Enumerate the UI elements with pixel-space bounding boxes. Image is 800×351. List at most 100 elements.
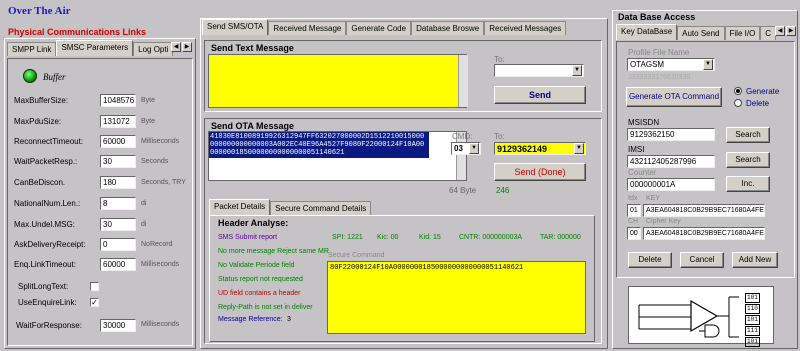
param-field[interactable]: 60000 (100, 258, 136, 271)
param-label: CanBeDiscon. (14, 178, 66, 187)
secure-command-area[interactable]: 80F22000124F10A0000000185000000000000051… (327, 261, 586, 334)
ota-to-chevron-down-icon[interactable]: ▼ (574, 143, 584, 154)
search-imsi-button[interactable]: Search (726, 152, 770, 168)
split-long-text-label: SplitLongText: (18, 282, 69, 291)
param-unit: Byte (141, 118, 156, 125)
send-text-title: Send Text Message (211, 43, 294, 53)
key-label: KEY (646, 195, 661, 202)
profile-file-select[interactable]: OTAGSM (627, 58, 715, 71)
send-button[interactable]: Send (494, 86, 586, 104)
header-analyse-line: UD field contains a header (218, 290, 301, 297)
use-enquire-link-checkbox[interactable]: ✓ (90, 298, 99, 307)
param-field[interactable]: 8 (100, 197, 136, 210)
cmd-chevron-down-icon[interactable]: ▼ (469, 143, 479, 154)
add-new-button[interactable]: Add New (732, 252, 778, 268)
param-unit: Seconds, TRY (141, 179, 186, 186)
radio-delete[interactable] (734, 99, 742, 107)
imsi-field[interactable]: 432112405287996 (627, 155, 715, 168)
param-field[interactable]: 30 (100, 218, 136, 231)
logo-bits: 101 110 101 111 101 (745, 293, 760, 348)
imsi-label: IMSI (628, 145, 645, 154)
key-field[interactable]: A3EA604818C0B29B9EC71680A4FE87 (643, 204, 765, 217)
tab-scroll-right-icon[interactable]: ▶ (182, 42, 192, 52)
center-tabbar: Send SMS/OTA Received Message Generate C… (202, 19, 567, 35)
send-done-button[interactable]: Send (Done) (494, 163, 586, 181)
search-msisdn-button[interactable]: Search (726, 127, 770, 143)
message-reference-label: Message Reference: (218, 316, 283, 323)
logo-bit-row: 101 (745, 315, 760, 325)
param-field[interactable]: 180 (100, 176, 136, 189)
tab-database-browse[interactable]: Database Broswe (411, 21, 485, 35)
tab-received-message[interactable]: Received Message (268, 21, 347, 35)
tab-c[interactable]: C (760, 26, 777, 40)
ota-message-area[interactable]: 41030E81008919926312947FF632027000002D15… (208, 131, 467, 181)
param-field[interactable]: 1048576 (100, 94, 136, 107)
counter-field[interactable]: 000000001A (627, 178, 715, 191)
header-analyse-line: Reply-Path is not set in deliver (218, 304, 313, 311)
cmd-label: CMD: (452, 132, 473, 141)
tab-send-sms-ota[interactable]: Send SMS/OTA (202, 19, 269, 35)
inc-button[interactable]: Inc. (726, 176, 770, 192)
msisdn-field[interactable]: 9129362150 (627, 128, 715, 141)
param-unit: NoRecord (141, 241, 173, 248)
chevron-down-icon[interactable]: ▼ (572, 65, 582, 76)
right-tab-scroll-left-icon[interactable]: ◀ (775, 26, 785, 36)
param-unit: Seconds (141, 158, 169, 165)
ch-field[interactable]: 00 (627, 227, 641, 240)
logo-bit-row: 101 (745, 337, 760, 347)
cancel-button[interactable]: Cancel (680, 252, 724, 268)
counter-label: Counter (628, 168, 657, 177)
cntr-value: CNTR: 000000003A (459, 234, 523, 241)
byte-label: 64 Byte (449, 186, 477, 195)
param-label: NationalNum.Len.: (14, 199, 81, 208)
tab-scroll-left-icon[interactable]: ◀ (171, 42, 181, 52)
tab-smpp-link[interactable]: SMPP Link (7, 42, 57, 56)
send-text-to-select[interactable] (494, 64, 584, 77)
app-title: Over The Air (8, 5, 71, 17)
right-tab-scroll-right-icon[interactable]: ▶ (786, 26, 796, 36)
left-tabbar: SMPP Link SMSC Parameters Log Opti (7, 40, 174, 56)
spi-value: SPI: 1221 (332, 234, 363, 241)
generate-ota-command-button[interactable]: Generate OTA Command (626, 87, 722, 107)
message-reference-value: 3 (287, 316, 291, 323)
tab-log-options[interactable]: Log Opti (133, 42, 174, 56)
param-unit: Milliseconds (141, 261, 180, 268)
param-field[interactable]: 0 (100, 238, 136, 251)
tar-value: TAR: 000000 (540, 234, 581, 241)
tab-received-messages[interactable]: Received Messages (484, 21, 567, 35)
byte-count: 246 (496, 186, 510, 195)
param-field[interactable]: 30 (100, 155, 136, 168)
ota-to-select[interactable]: 9129362149 (494, 142, 586, 155)
profile-chevron-down-icon[interactable]: ▼ (703, 59, 713, 70)
tab-key-database[interactable]: Key DataBase (616, 24, 678, 40)
ota-message-text: 41030E81008919926312947FF632027000002D15… (209, 132, 429, 158)
idx-field[interactable]: 01 (627, 204, 641, 217)
tab-auto-send[interactable]: Auto Send (677, 26, 725, 40)
cipher-key-field[interactable]: A3EA604818C0B29B9EC71680A4FE87 (643, 227, 765, 240)
param-unit: Milliseconds (141, 138, 180, 145)
wait-for-response-label: WaitForResponse: (16, 321, 82, 330)
logo-bit-row: 101 (745, 293, 760, 303)
send-text-scrollbar[interactable] (458, 55, 468, 107)
header-analyse-line: Status report not requested (218, 276, 303, 283)
param-field[interactable]: 60000 (100, 135, 136, 148)
param-label: MaxPduSize: (14, 117, 62, 126)
tab-packet-details[interactable]: Packet Details (209, 199, 271, 215)
param-label: ReconnectTimeout: (14, 137, 84, 146)
tab-smsc-parameters[interactable]: SMSC Parameters (56, 40, 134, 56)
tab-generate-code[interactable]: Generate Code (346, 21, 412, 35)
param-field[interactable]: 131072 (100, 115, 136, 128)
tab-secure-command-details[interactable]: Secure Command Details (270, 201, 372, 215)
tab-file-io[interactable]: File I/O (724, 26, 761, 40)
split-long-text-checkbox[interactable] (90, 282, 99, 291)
param-label: MaxBufferSize: (14, 96, 69, 105)
buffer-label: Buffer (43, 72, 66, 82)
logo-bit-row: 110 (745, 304, 760, 314)
radio-generate[interactable] (734, 87, 742, 95)
delete-button[interactable]: Delete (628, 252, 672, 268)
send-text-textarea[interactable] (208, 54, 467, 108)
kid-value: Kid: 15 (419, 234, 441, 241)
ch-label: CH (628, 218, 639, 225)
param-label: WaitPacketResp.: (14, 157, 78, 166)
wait-for-response-field[interactable]: 30000 (100, 319, 136, 332)
